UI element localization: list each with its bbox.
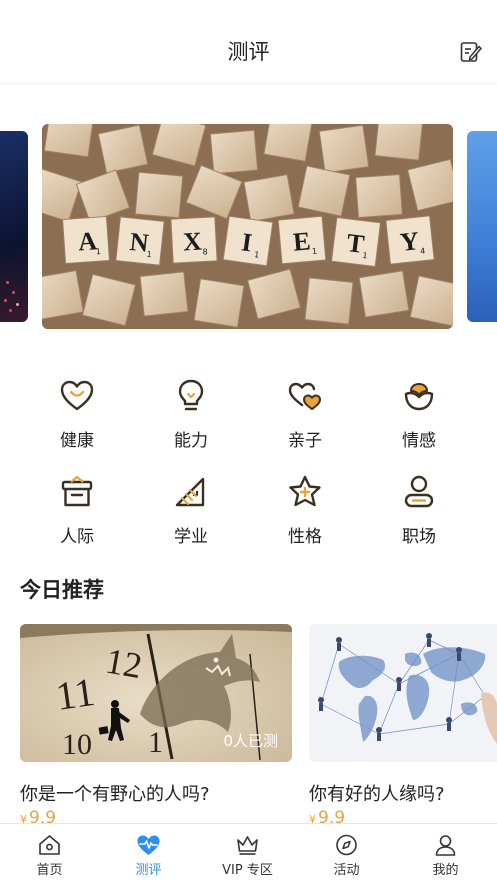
category-social[interactable]: 人际 <box>37 474 117 554</box>
svg-text:11: 11 <box>53 669 97 719</box>
svg-text:10: 10 <box>62 728 92 761</box>
page-title: 测评 <box>227 40 270 64</box>
tab-activity[interactable]: 活动 <box>297 824 396 883</box>
category-label: 健康 <box>60 431 94 451</box>
category-label: 能力 <box>174 431 208 451</box>
tab-home[interactable]: 首页 <box>0 824 99 883</box>
tab-profile[interactable]: 我的 <box>396 824 495 883</box>
tab-vip[interactable]: VIP 专区 <box>198 824 297 883</box>
category-personality[interactable]: 性格 <box>265 474 345 554</box>
category-parenting[interactable]: 亲子 <box>265 378 345 458</box>
two-hearts-icon <box>288 382 321 410</box>
gift-box-icon <box>61 475 93 507</box>
svg-text:8: 8 <box>202 247 208 256</box>
bottom-tab-bar: 首页 测评 VIP 专区 活动 我的 <box>0 823 497 883</box>
category-label: 亲子 <box>288 431 322 451</box>
home-icon <box>39 835 60 855</box>
edit-icon[interactable] <box>459 40 483 64</box>
crown-icon <box>237 836 258 855</box>
section-title: 今日推荐 <box>20 578 104 602</box>
banner-next-slide[interactable] <box>467 131 497 322</box>
category-ability[interactable]: 能力 <box>151 378 231 458</box>
scrabble-tiles-image: A 1 N 1 X 8 I 1 E 1 T 1 Y 4 <box>42 124 453 329</box>
svg-text:1: 1 <box>146 250 152 259</box>
svg-text:E: E <box>292 226 312 256</box>
category-label: 人际 <box>60 527 94 547</box>
svg-text:4: 4 <box>420 246 426 255</box>
svg-text:1: 1 <box>312 247 318 256</box>
tab-label: 测评 <box>135 863 162 878</box>
banner-carousel[interactable]: A 1 N 1 X 8 I 1 E 1 T 1 Y 4 <box>0 124 497 329</box>
card-title: 你有好的人缘吗? <box>309 784 445 805</box>
category-career[interactable]: 职场 <box>379 474 459 554</box>
category-label: 情感 <box>402 431 436 451</box>
tab-label: 首页 <box>36 863 63 878</box>
category-emotion[interactable]: 情感 <box>379 378 459 458</box>
card-title: 你是一个有野心的人吗? <box>20 784 210 805</box>
flower-icon <box>404 383 434 411</box>
heartbeat-icon <box>137 835 160 855</box>
person-icon <box>404 475 434 508</box>
category-label: 学业 <box>174 527 208 547</box>
svg-text:X: X <box>182 227 202 257</box>
svg-text:1: 1 <box>148 726 163 759</box>
tab-label: 活动 <box>333 863 360 878</box>
tab-assessment[interactable]: 测评 <box>99 824 198 883</box>
star-plus-icon <box>289 475 321 507</box>
heart-icon <box>60 380 94 411</box>
banner-main-slide[interactable]: A 1 N 1 X 8 I 1 E 1 T 1 Y 4 <box>42 124 453 329</box>
tab-label: VIP 专区 <box>222 863 273 878</box>
card-image <box>309 624 497 762</box>
lightbulb-icon <box>178 379 204 411</box>
svg-text:12: 12 <box>103 640 145 686</box>
tab-label: 我的 <box>432 863 459 878</box>
category-label: 职场 <box>402 527 436 547</box>
banner-prev-slide[interactable] <box>0 131 28 322</box>
svg-text:Y: Y <box>399 226 421 257</box>
user-icon <box>435 835 456 856</box>
category-label: 性格 <box>288 527 322 547</box>
top-bar: 测评 <box>0 0 497 82</box>
category-study[interactable]: 学业 <box>151 474 231 554</box>
tested-count: 0人已测 <box>223 732 278 750</box>
ruler-icon <box>175 477 205 507</box>
compass-icon <box>336 834 357 856</box>
svg-text:1: 1 <box>362 251 368 261</box>
category-health[interactable]: 健康 <box>37 378 117 458</box>
svg-text:1: 1 <box>96 247 102 256</box>
